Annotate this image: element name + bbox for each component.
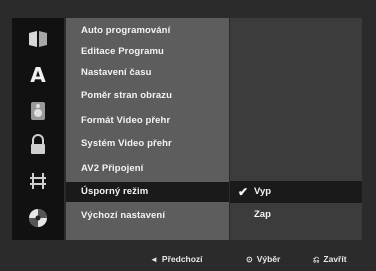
- menu-item-auto-programming[interactable]: Auto programování: [66, 21, 229, 41]
- menu-item-label: Výchozí nastavení: [81, 210, 166, 221]
- hint-back: ◄ Předchozí: [150, 248, 203, 271]
- left-arrow-icon: ◄: [150, 255, 158, 264]
- option-label: Vyp: [254, 186, 272, 197]
- setup-menu: Auto programování Editace Programu Nasta…: [66, 18, 229, 240]
- return-icon: ⎌: [313, 255, 320, 264]
- menu-item-power-save-mode[interactable]: Úsporný režim: [66, 182, 229, 202]
- enter-icon: ⊙: [246, 255, 253, 264]
- menu-item-video-output-format[interactable]: Formát Video přehr: [66, 111, 229, 131]
- options-panel: ✔ Vyp Zap: [230, 18, 362, 240]
- menu-item-video-output-system[interactable]: Systém Video přehr: [66, 134, 229, 154]
- hint-back-label: Předchozí: [161, 254, 203, 264]
- recording-icon[interactable]: [12, 166, 64, 196]
- menu-item-label: Formát Video přehr: [81, 115, 171, 126]
- menu-item-label: Systém Video přehr: [81, 138, 172, 149]
- menu-item-label: AV2 Připojení: [81, 163, 144, 174]
- option-label: Zap: [254, 209, 271, 220]
- menu-item-program-edit[interactable]: Editace Programu: [66, 42, 229, 62]
- hint-bar: ◄ Předchozí ⊙ Výběr ⎌ Zavřít: [0, 248, 376, 271]
- menu-item-label: Editace Programu: [81, 46, 164, 57]
- menu-item-label: Auto programování: [81, 25, 171, 36]
- menu-item-aspect-ratio[interactable]: Poměr stran obrazu: [66, 86, 229, 106]
- option-off[interactable]: ✔ Vyp: [230, 181, 362, 203]
- menu-item-factory-reset[interactable]: Výchozí nastavení: [66, 206, 229, 226]
- hint-close-label: Zavřít: [323, 254, 347, 264]
- menu-item-av2-connection[interactable]: AV2 Připojení: [66, 159, 229, 179]
- hint-select: ⊙ Výběr: [246, 248, 280, 271]
- sidebar: A: [12, 18, 64, 240]
- disc-menu-icon[interactable]: [12, 24, 64, 54]
- checkmark-icon: ✔: [238, 185, 249, 199]
- menu-item-time-setting[interactable]: Nastavení času: [66, 63, 229, 83]
- hint-close: ⎌ Zavřít: [313, 248, 347, 271]
- hint-select-label: Výběr: [256, 254, 281, 264]
- audio-icon[interactable]: [12, 96, 64, 126]
- menu-item-label: Poměr stran obrazu: [81, 90, 173, 101]
- disc-icon[interactable]: [12, 203, 64, 233]
- option-on[interactable]: Zap: [230, 204, 362, 226]
- language-icon[interactable]: A: [12, 60, 64, 90]
- lock-icon[interactable]: [12, 130, 64, 160]
- menu-item-label: Úsporný režim: [81, 186, 149, 197]
- setup-screen: A Auto programování Editace Programu Nas…: [0, 0, 376, 271]
- menu-item-label: Nastavení času: [81, 67, 152, 78]
